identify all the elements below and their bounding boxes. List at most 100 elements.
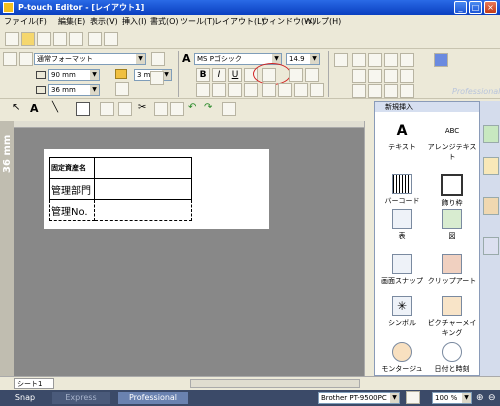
professional-mode-button[interactable]: Professional xyxy=(118,392,188,404)
distribute-icon[interactable] xyxy=(400,53,414,67)
express-mode-button[interactable]: Express xyxy=(52,392,110,404)
select-arrow-icon[interactable]: ↖ xyxy=(12,102,26,116)
insert-table-item[interactable]: 表 xyxy=(377,209,427,241)
print-preview-icon[interactable] xyxy=(69,32,83,46)
table-cell[interactable] xyxy=(94,199,192,221)
align-center-icon[interactable] xyxy=(212,83,226,97)
insert-arrange-text-item[interactable]: ABC アレンジテキスト xyxy=(427,122,477,162)
menu-format[interactable]: 書式(O) xyxy=(150,16,179,27)
table-cell[interactable] xyxy=(94,157,192,179)
same-size-icon[interactable] xyxy=(400,69,414,83)
object-tab[interactable] xyxy=(483,157,499,175)
table-cell[interactable] xyxy=(94,178,192,200)
align-objects-left-icon[interactable] xyxy=(352,53,366,67)
print-icon[interactable] xyxy=(53,32,67,46)
vertical-bottom-icon[interactable] xyxy=(294,83,308,97)
undo-icon[interactable]: ↶ xyxy=(188,102,202,116)
justify-icon[interactable] xyxy=(244,83,258,97)
underline-icon[interactable]: U xyxy=(228,68,242,82)
layout-icon[interactable] xyxy=(334,53,348,67)
insert-tab[interactable] xyxy=(483,125,499,143)
table-cell[interactable]: 管理部門 xyxy=(49,178,95,200)
menu-view[interactable]: 表示(V) xyxy=(90,16,118,27)
properties-icon[interactable] xyxy=(222,102,236,116)
insert-montage-item[interactable]: モンタージュ xyxy=(377,342,427,374)
vertical-text-icon[interactable] xyxy=(310,83,324,97)
save-icon[interactable] xyxy=(37,32,51,46)
paper-icon[interactable] xyxy=(19,52,33,66)
close-button[interactable]: × xyxy=(484,1,497,14)
database-icon[interactable] xyxy=(88,32,102,46)
align-middle-icon[interactable] xyxy=(368,69,382,83)
label-table[interactable]: 固定資産名 管理部門 管理No. xyxy=(49,157,192,221)
printer-select[interactable]: Brother PT-9500PC ▼ xyxy=(318,392,400,404)
printer-properties-icon[interactable] xyxy=(406,391,420,404)
table-tool-icon[interactable] xyxy=(100,102,114,116)
label-paper[interactable]: 固定資産名 管理部門 管理No. xyxy=(44,149,269,229)
table-cell[interactable]: 管理No. xyxy=(49,199,95,221)
insert-text-item[interactable]: A テキスト xyxy=(377,122,427,152)
insert-screen-snap-item[interactable]: 画面スナップ xyxy=(377,254,427,286)
italic-icon[interactable]: I xyxy=(212,68,226,82)
shrink-font-icon[interactable] xyxy=(305,68,319,82)
color-icon[interactable] xyxy=(151,52,165,66)
zoom-in-icon[interactable]: ⊕ xyxy=(476,393,486,403)
align-left-icon[interactable] xyxy=(196,83,210,97)
page-setup-icon[interactable] xyxy=(3,52,17,66)
orientation-icon[interactable] xyxy=(150,71,164,85)
ungroup-icon[interactable] xyxy=(400,84,414,98)
insert-picture-making-item[interactable]: ピクチャーメイキング xyxy=(427,296,477,338)
insert-clipart-item[interactable]: クリップアート xyxy=(427,254,477,286)
align-top-icon[interactable] xyxy=(352,69,366,83)
rotate-icon[interactable] xyxy=(118,102,132,116)
text-tool-icon[interactable]: A xyxy=(30,102,44,116)
send-back-icon[interactable] xyxy=(368,84,382,98)
maximize-button[interactable]: □ xyxy=(469,1,482,14)
grow-font-icon[interactable] xyxy=(289,68,303,82)
menu-layout[interactable]: レイアウト(L) xyxy=(214,16,265,27)
cut-icon[interactable]: ✂ xyxy=(138,102,152,116)
align-objects-center-icon[interactable] xyxy=(368,53,382,67)
open-icon[interactable] xyxy=(21,32,35,46)
copy-icon[interactable] xyxy=(154,102,168,116)
table-cell[interactable]: 固定資産名 xyxy=(49,157,95,179)
insert-frame-item[interactable]: 飾り枠 xyxy=(427,174,477,208)
redo-icon[interactable]: ↷ xyxy=(204,102,218,116)
menu-insert[interactable]: 挿入(I) xyxy=(122,16,147,27)
database-tab[interactable] xyxy=(483,197,499,215)
width-input[interactable]: 90 mm ▼ xyxy=(48,69,100,81)
align-bottom-icon[interactable] xyxy=(384,69,398,83)
snap-grid-icon[interactable] xyxy=(434,53,448,67)
font-size-select[interactable]: 14.9 ▼ xyxy=(286,53,320,65)
menu-help[interactable]: ヘルプ(H) xyxy=(305,16,341,27)
layout-tab[interactable] xyxy=(483,237,499,255)
bring-front-icon[interactable] xyxy=(352,84,366,98)
height-input[interactable]: 36 mm ▼ xyxy=(48,84,100,96)
menu-file[interactable]: ファイル(F) xyxy=(4,16,47,27)
vertical-middle-icon[interactable] xyxy=(278,83,292,97)
align-objects-right-icon[interactable] xyxy=(384,53,398,67)
bold-icon[interactable]: B xyxy=(196,68,210,82)
menu-tools[interactable]: ツール(T) xyxy=(180,16,215,27)
new-icon[interactable] xyxy=(5,32,19,46)
insert-barcode-item[interactable]: バーコード xyxy=(377,174,427,206)
length-icon[interactable] xyxy=(115,82,129,96)
group-icon[interactable] xyxy=(384,84,398,98)
menu-edit[interactable]: 編集(E) xyxy=(58,16,85,27)
insert-image-item[interactable]: 図 xyxy=(427,209,477,241)
snap-mode-button[interactable]: Snap xyxy=(8,392,42,404)
align-right-icon[interactable] xyxy=(228,83,242,97)
paste-icon[interactable] xyxy=(170,102,184,116)
vertical-top-icon[interactable] xyxy=(262,83,276,97)
line-tool-icon[interactable]: ╲ xyxy=(52,102,66,116)
zoom-out-icon[interactable]: ⊖ xyxy=(488,393,498,403)
minimize-button[interactable]: _ xyxy=(454,1,467,14)
address-book-icon[interactable] xyxy=(104,32,118,46)
rectangle-tool-icon[interactable] xyxy=(76,102,90,116)
horizontal-scrollbar[interactable] xyxy=(190,379,360,388)
paper-format-select[interactable]: 通常フォーマット ▼ xyxy=(34,53,146,65)
sheet-tab[interactable]: シート1 xyxy=(14,378,54,389)
vertical-scrollbar[interactable] xyxy=(364,121,374,376)
zoom-select[interactable]: 100 % ▼ xyxy=(432,392,472,404)
insert-date-time-item[interactable]: 日付と時刻 xyxy=(427,342,477,374)
